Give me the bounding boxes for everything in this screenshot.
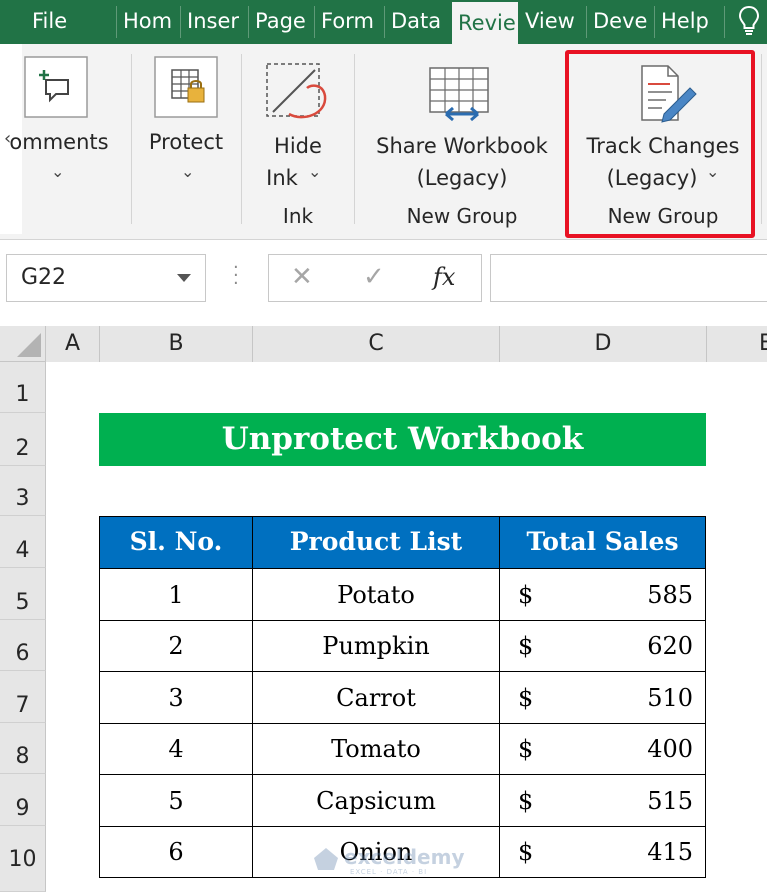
- comments-label[interactable]: omments: [0, 126, 118, 158]
- currency-symbol: $: [518, 632, 534, 660]
- tab-developer[interactable]: Deve: [587, 0, 653, 44]
- ink-group-label: Ink: [282, 204, 314, 228]
- lightbulb-icon[interactable]: [738, 5, 760, 37]
- sales-amount: 400: [647, 735, 693, 763]
- currency-symbol: $: [518, 735, 534, 763]
- currency-symbol: $: [518, 787, 534, 815]
- column-header-e[interactable]: E: [707, 326, 767, 362]
- table-row-3-sales[interactable]: $ 510: [499, 671, 706, 724]
- watermark-subtext: EXCEL · DATA · BI: [350, 868, 428, 876]
- sales-amount: 415: [647, 838, 693, 866]
- column-header-row: A B C D E: [46, 326, 767, 362]
- table-row-6-sl[interactable]: 6: [99, 826, 253, 878]
- header-product-list[interactable]: Product List: [252, 516, 500, 569]
- tab-page-layout[interactable]: Page: [249, 0, 313, 44]
- watermark-text: exceldemy: [344, 845, 465, 869]
- share-workbook-icon[interactable]: [428, 66, 494, 124]
- ribbon-panel: ‹ omments ⌄ Protect ⌄ Hide Ink ⌄ Ink Sha…: [0, 44, 767, 240]
- tab-home[interactable]: Hom: [117, 0, 179, 44]
- table-row-3-sl[interactable]: 3: [99, 671, 253, 724]
- formula-bar-grip-icon[interactable]: · · ·: [233, 259, 239, 293]
- sales-amount: 515: [647, 787, 693, 815]
- share-new-group-label: New Group: [406, 204, 518, 228]
- name-box-value: G22: [21, 265, 67, 290]
- sales-amount: 620: [647, 632, 693, 660]
- table-row-5-sl[interactable]: 5: [99, 774, 253, 827]
- enter-check-icon[interactable]: ✓: [363, 262, 385, 292]
- sales-amount: 510: [647, 684, 693, 712]
- tab-data[interactable]: Data: [385, 0, 451, 44]
- table-row-1-sl[interactable]: 1: [99, 568, 253, 621]
- column-header-a[interactable]: A: [46, 326, 100, 362]
- insert-function-icon[interactable]: fx: [433, 263, 455, 291]
- hide-ink-icon[interactable]: [263, 58, 333, 128]
- table-row-4-sl[interactable]: 4: [99, 723, 253, 775]
- protect-dropdown-chevron-icon[interactable]: ⌄: [181, 162, 194, 181]
- header-total-sales[interactable]: Total Sales: [499, 516, 706, 569]
- protect-label[interactable]: Protect: [136, 126, 236, 158]
- table-row-6-sales[interactable]: $ 415: [499, 826, 706, 878]
- row-header-3[interactable]: 3: [0, 466, 46, 516]
- track-changes-highlight-box: [565, 50, 755, 238]
- row-header-2[interactable]: 2: [0, 413, 46, 466]
- tab-help[interactable]: Help: [655, 0, 723, 44]
- tab-review[interactable]: Revie: [452, 2, 518, 44]
- column-header-b[interactable]: B: [100, 326, 253, 362]
- currency-symbol: $: [518, 581, 534, 609]
- exceldemy-watermark: exceldemy EXCEL · DATA · BI: [312, 842, 465, 882]
- table-row-5-product[interactable]: Capsicum: [252, 774, 500, 827]
- ribbon-tab-bar: File Hom Inser Page Form Data Revie View…: [0, 0, 767, 44]
- new-comment-icon[interactable]: [24, 56, 90, 120]
- formula-input[interactable]: [490, 254, 767, 302]
- row-header-4[interactable]: 4: [0, 516, 46, 568]
- share-workbook-label-line2[interactable]: (Legacy): [364, 162, 560, 194]
- table-row-4-product[interactable]: Tomato: [252, 723, 500, 775]
- table-row-2-sales[interactable]: $ 620: [499, 620, 706, 672]
- row-header-9[interactable]: 9: [0, 774, 46, 826]
- column-header-c[interactable]: C: [253, 326, 500, 362]
- row-header-8[interactable]: 8: [0, 723, 46, 774]
- hide-ink-dropdown-chevron-icon[interactable]: ⌄: [308, 162, 321, 181]
- currency-symbol: $: [518, 838, 534, 866]
- tab-formulas[interactable]: Form: [315, 0, 383, 44]
- name-box[interactable]: G22: [6, 254, 206, 302]
- table-row-2-sl[interactable]: 2: [99, 620, 253, 672]
- formula-buttons: ✕ ✓ fx: [268, 254, 482, 302]
- protect-lock-icon[interactable]: [154, 56, 220, 120]
- column-header-d[interactable]: D: [500, 326, 707, 362]
- table-row-4-sales[interactable]: $ 400: [499, 723, 706, 775]
- watermark-logo-icon: [314, 848, 338, 870]
- share-workbook-label-line1[interactable]: Share Workbook: [364, 130, 560, 162]
- row-header-10[interactable]: 10: [0, 826, 46, 892]
- row-header-6[interactable]: 6: [0, 620, 46, 671]
- currency-symbol: $: [518, 684, 534, 712]
- formula-bar: G22 · · · ✕ ✓ fx: [0, 240, 767, 326]
- select-all-button[interactable]: [0, 326, 46, 362]
- sales-amount: 585: [647, 581, 693, 609]
- name-box-dropdown-icon[interactable]: [177, 274, 191, 282]
- row-header-7[interactable]: 7: [0, 671, 46, 723]
- cancel-icon[interactable]: ✕: [291, 262, 313, 292]
- hide-ink-label-line1[interactable]: Hide: [252, 130, 344, 162]
- table-row-5-sales[interactable]: $ 515: [499, 774, 706, 827]
- row-header-1[interactable]: 1: [0, 362, 46, 413]
- table-row-3-product[interactable]: Carrot: [252, 671, 500, 724]
- tab-file[interactable]: File: [26, 0, 86, 44]
- table-row-2-product[interactable]: Pumpkin: [252, 620, 500, 672]
- tab-insert[interactable]: Inser: [181, 0, 247, 44]
- tab-view[interactable]: View: [519, 0, 585, 44]
- table-row-1-product[interactable]: Potato: [252, 568, 500, 621]
- hide-ink-label-line2[interactable]: Ink: [262, 162, 302, 194]
- comments-dropdown-chevron-icon[interactable]: ⌄: [51, 162, 64, 181]
- row-header-5[interactable]: 5: [0, 568, 46, 620]
- header-sl-no[interactable]: Sl. No.: [99, 516, 253, 569]
- table-row-1-sales[interactable]: $ 585: [499, 568, 706, 621]
- sheet-title-cell[interactable]: Unprotect Workbook: [99, 413, 706, 466]
